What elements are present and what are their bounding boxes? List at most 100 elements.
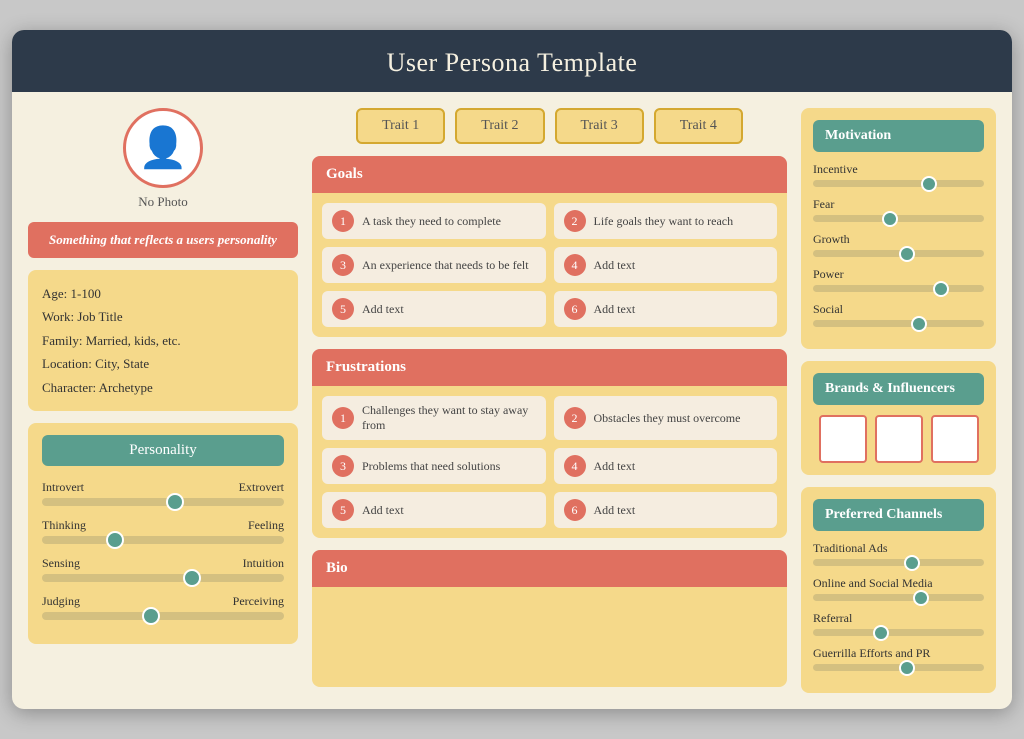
goal-number-3: 4 <box>564 254 586 276</box>
channel-slider-3[interactable]: Guerrilla Efforts and PR <box>813 646 984 671</box>
mot-thumb-2[interactable] <box>899 246 915 262</box>
motivation-label-1: Fear <box>813 197 984 212</box>
mot-thumb-3[interactable] <box>933 281 949 297</box>
slider-thumb-0[interactable] <box>166 493 184 511</box>
slider-track-0[interactable] <box>42 498 284 506</box>
mot-thumb-4[interactable] <box>911 316 927 332</box>
frustrations-section: Frustrations 1 Challenges they want to s… <box>312 349 787 538</box>
motivation-label-3: Power <box>813 267 984 282</box>
slider-track-2[interactable] <box>42 574 284 582</box>
middle-column: Trait 1 Trait 2 Trait 3 Trait 4 Goals 1 A t… <box>312 108 787 693</box>
info-age: Age: 1-100 <box>42 282 284 305</box>
mot-track-4[interactable] <box>813 320 984 327</box>
ch-thumb-0[interactable] <box>904 555 920 571</box>
trait-badge-3[interactable]: Trait 4 <box>654 108 743 144</box>
goal-text-2: An experience that needs to be felt <box>362 258 529 273</box>
slider-thumb-1[interactable] <box>106 531 124 549</box>
slider-left-label-1: Thinking <box>42 518 86 533</box>
motivation-slider-0[interactable]: Incentive <box>813 162 984 187</box>
avatar-section: 👤 No Photo <box>28 108 298 210</box>
ch-track-3[interactable] <box>813 664 984 671</box>
frustration-item-3: 4 Add text <box>554 448 778 484</box>
avatar: 👤 <box>123 108 203 188</box>
channel-slider-2[interactable]: Referral <box>813 611 984 636</box>
slider-left-label-0: Introvert <box>42 480 84 495</box>
goal-text-5: Add text <box>594 302 636 317</box>
slider-left-label-3: Judging <box>42 594 80 609</box>
preferred-channels-header: Preferred Channels <box>813 499 984 531</box>
trait-badge-1[interactable]: Trait 2 <box>455 108 544 144</box>
mot-track-0[interactable] <box>813 180 984 187</box>
motivation-slider-4[interactable]: Social <box>813 302 984 327</box>
frustration-item-0: 1 Challenges they want to stay away from <box>322 396 546 440</box>
page-title: User Persona Template <box>12 30 1012 92</box>
mot-track-1[interactable] <box>813 215 984 222</box>
channel-slider-1[interactable]: Online and Social Media <box>813 576 984 601</box>
slider-track-1[interactable] <box>42 536 284 544</box>
personality-slider-2[interactable]: Sensing Intuition <box>42 556 284 582</box>
slider-track-3[interactable] <box>42 612 284 620</box>
left-column: 👤 No Photo Something that reflects a use… <box>28 108 298 693</box>
frustration-number-3: 4 <box>564 455 586 477</box>
goal-item-4: 5 Add text <box>322 291 546 327</box>
goals-section: Goals 1 A task they need to complete 2 L… <box>312 156 787 337</box>
ch-thumb-3[interactable] <box>899 660 915 676</box>
motivation-sliders: Incentive Fear Growth Power Social <box>813 162 984 327</box>
frustrations-body: 1 Challenges they want to stay away from… <box>312 386 787 538</box>
goal-item-5: 6 Add text <box>554 291 778 327</box>
brand-item-2 <box>875 415 923 463</box>
frustration-item-5: 6 Add text <box>554 492 778 528</box>
info-character: Character: Archetype <box>42 376 284 399</box>
ch-track-0[interactable] <box>813 559 984 566</box>
ch-track-2[interactable] <box>813 629 984 636</box>
mot-thumb-0[interactable] <box>921 176 937 192</box>
goal-item-0: 1 A task they need to complete <box>322 203 546 239</box>
trait-badge-2[interactable]: Trait 3 <box>555 108 644 144</box>
personality-section: Personality Introvert Extrovert Thinking… <box>28 423 298 644</box>
personality-slider-3[interactable]: Judging Perceiving <box>42 594 284 620</box>
preferred-channels-box: Preferred Channels Traditional Ads Onlin… <box>801 487 996 693</box>
motivation-slider-2[interactable]: Growth <box>813 232 984 257</box>
personality-slider-1[interactable]: Thinking Feeling <box>42 518 284 544</box>
personality-header: Personality <box>42 435 284 466</box>
channel-slider-0[interactable]: Traditional Ads <box>813 541 984 566</box>
slider-right-label-1: Feeling <box>248 518 284 533</box>
bio-body <box>312 587 787 687</box>
ch-thumb-1[interactable] <box>913 590 929 606</box>
mot-track-2[interactable] <box>813 250 984 257</box>
frustration-number-1: 2 <box>564 407 586 429</box>
frustrations-header: Frustrations <box>312 349 787 386</box>
slider-thumb-2[interactable] <box>183 569 201 587</box>
motivation-slider-1[interactable]: Fear <box>813 197 984 222</box>
goal-text-1: Life goals they want to reach <box>594 214 734 229</box>
bio-header: Bio <box>312 550 787 587</box>
mot-track-3[interactable] <box>813 285 984 292</box>
frustration-text-0: Challenges they want to stay away from <box>362 403 536 433</box>
ch-track-1[interactable] <box>813 594 984 601</box>
frustration-number-4: 5 <box>332 499 354 521</box>
traits-row: Trait 1 Trait 2 Trait 3 Trait 4 <box>312 108 787 144</box>
frustration-item-4: 5 Add text <box>322 492 546 528</box>
goal-text-0: A task they need to complete <box>362 214 501 229</box>
channel-label-0: Traditional Ads <box>813 541 984 556</box>
slider-thumb-3[interactable] <box>142 607 160 625</box>
bio-section: Bio <box>312 550 787 687</box>
goal-text-4: Add text <box>362 302 404 317</box>
frustration-item-2: 3 Problems that need solutions <box>322 448 546 484</box>
slider-left-label-2: Sensing <box>42 556 80 571</box>
motivation-label-0: Incentive <box>813 162 984 177</box>
brands-header: Brands & Influencers <box>813 373 984 405</box>
channel-label-3: Guerrilla Efforts and PR <box>813 646 984 661</box>
channels-sliders: Traditional Ads Online and Social Media … <box>813 541 984 671</box>
channel-label-2: Referral <box>813 611 984 626</box>
mot-thumb-1[interactable] <box>882 211 898 227</box>
frustration-text-2: Problems that need solutions <box>362 459 500 474</box>
motivation-box: Motivation Incentive Fear Growth Power S… <box>801 108 996 349</box>
personality-slider-0[interactable]: Introvert Extrovert <box>42 480 284 506</box>
info-work: Work: Job Title <box>42 305 284 328</box>
goals-body: 1 A task they need to complete 2 Life go… <box>312 193 787 337</box>
motivation-slider-3[interactable]: Power <box>813 267 984 292</box>
trait-badge-0[interactable]: Trait 1 <box>356 108 445 144</box>
info-box: Age: 1-100 Work: Job Title Family: Marri… <box>28 270 298 411</box>
ch-thumb-2[interactable] <box>873 625 889 641</box>
